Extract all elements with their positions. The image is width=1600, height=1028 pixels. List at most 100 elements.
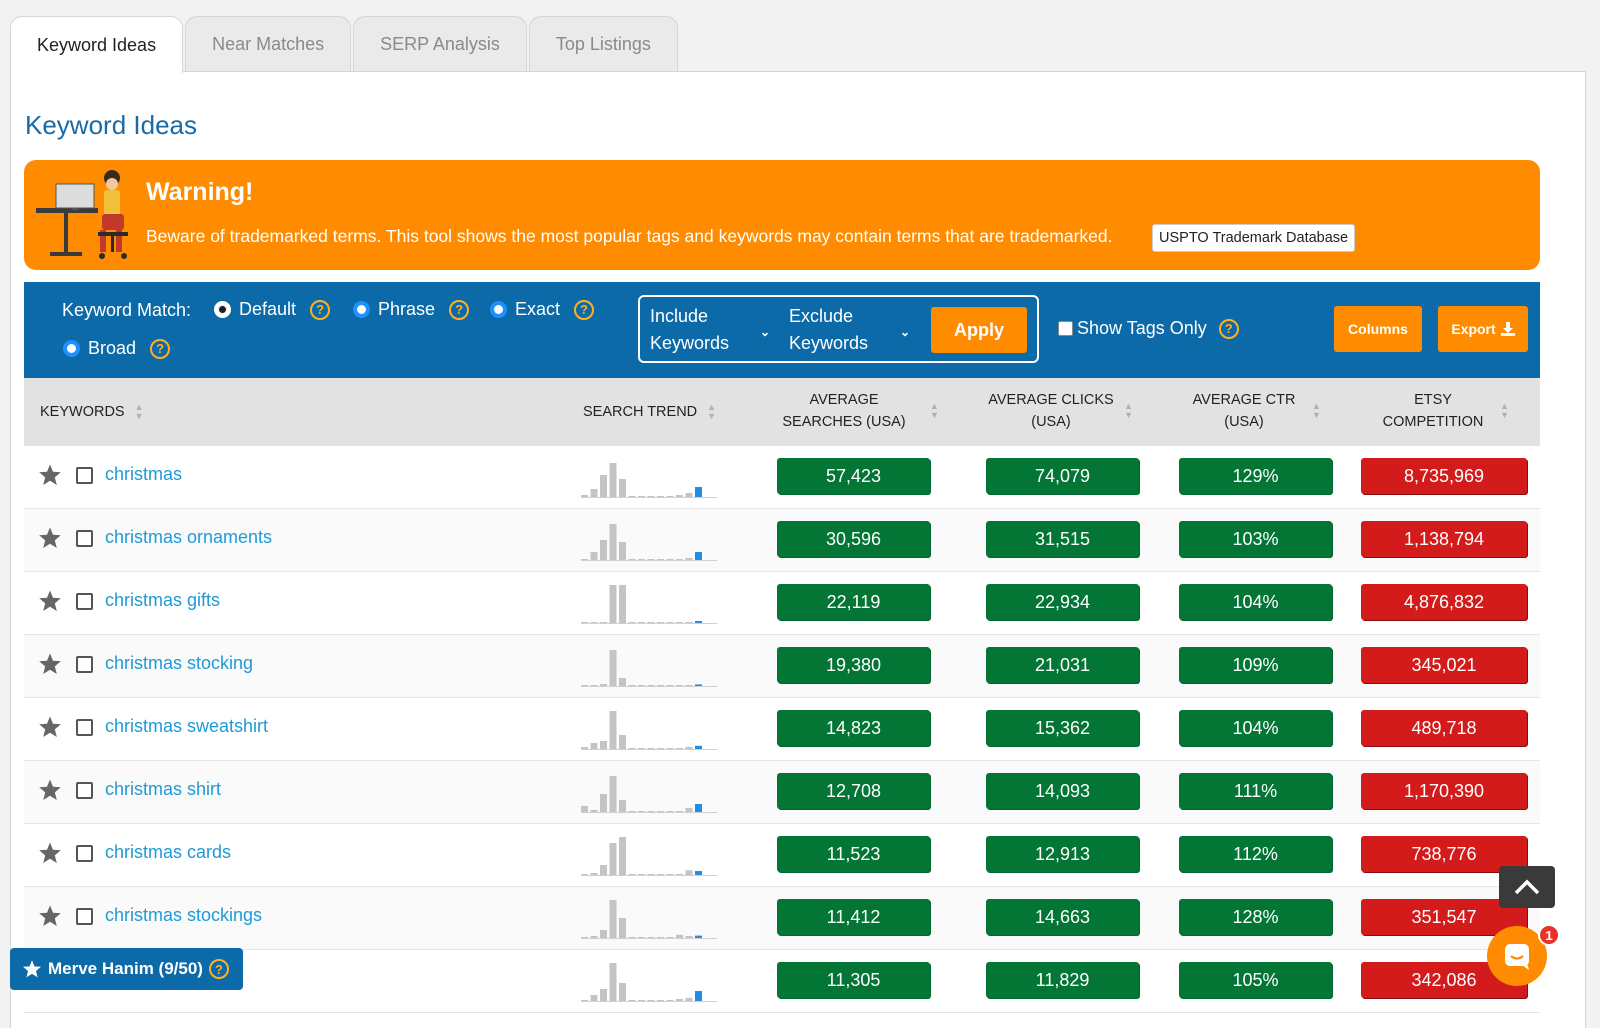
help-icon[interactable]: ? [574, 299, 595, 320]
keyword-link[interactable]: christmas shirt [105, 779, 221, 800]
radio-broad[interactable] [63, 340, 80, 357]
user-badge[interactable]: Merve Hanim (9/50) ? [10, 948, 243, 990]
trend-bar [657, 748, 664, 749]
exclude-keywords-dropdown[interactable]: Exclude Keywords ⌄ [789, 303, 921, 357]
trend-bar [600, 684, 607, 686]
trend-bar [628, 874, 636, 875]
header-etsy-competition[interactable]: ETSY COMPETITION ▲ ▼ [1376, 389, 1509, 433]
row-checkbox[interactable] [76, 782, 93, 799]
trend-bar [581, 874, 588, 875]
search-trend-sparkline [581, 776, 717, 813]
etsy-competition-value: 489,718 [1361, 710, 1527, 746]
help-icon[interactable]: ? [1218, 318, 1239, 339]
trend-bar [619, 918, 626, 938]
keyword-link[interactable]: christmas sweatshirt [105, 716, 268, 737]
table-row: christmas sweatshirt 14,823 15,362 104% … [24, 698, 1540, 761]
average-ctr-value: 109% [1179, 647, 1332, 683]
star-icon[interactable] [38, 652, 62, 676]
header-average-ctr[interactable]: AVERAGE CTR (USA) ▲ ▼ [1186, 389, 1321, 433]
trend-bar [657, 685, 664, 686]
trend-bar [657, 496, 664, 497]
row-checkbox[interactable] [76, 719, 93, 736]
star-icon [23, 960, 41, 978]
tab-serp-analysis[interactable]: SERP Analysis [353, 16, 527, 72]
match-default-option[interactable]: Default ? [214, 299, 331, 320]
main-panel: Keyword Ideas Warning! Beware of tradema… [10, 71, 1586, 1028]
apply-button[interactable]: Apply [931, 307, 1027, 353]
average-clicks-value: 15,362 [986, 710, 1139, 746]
header-search-trend[interactable]: SEARCH TREND ▲ ▼ [583, 401, 716, 423]
star-icon[interactable] [38, 463, 62, 487]
help-icon[interactable]: ? [449, 299, 470, 320]
keyword-link[interactable]: christmas gifts [105, 590, 220, 611]
keyword-link[interactable]: christmas ornaments [105, 527, 272, 548]
export-button[interactable]: Export [1438, 306, 1528, 352]
keyword-link[interactable]: christmas stockings [105, 905, 262, 926]
row-checkbox[interactable] [76, 656, 93, 673]
radio-phrase[interactable] [353, 301, 370, 318]
radio-default[interactable] [214, 301, 231, 318]
trend-bar [609, 900, 617, 938]
include-keywords-dropdown[interactable]: Include Keywords ⌄ [650, 303, 774, 357]
help-icon[interactable]: ? [208, 959, 229, 979]
star-icon[interactable] [38, 526, 62, 550]
star-icon[interactable] [38, 778, 62, 802]
trend-bar [628, 622, 636, 623]
trend-bar [638, 874, 645, 875]
star-icon[interactable] [38, 589, 62, 613]
warning-banner: Warning! Beware of trademarked terms. Th… [24, 160, 1540, 270]
trend-bar [600, 865, 607, 875]
trend-bar [676, 811, 683, 812]
keyword-link[interactable]: christmas [105, 464, 182, 485]
row-checkbox[interactable] [76, 467, 93, 484]
trend-bar [657, 937, 664, 938]
header-keywords[interactable]: KEYWORDS ▲ ▼ [40, 401, 144, 423]
star-icon[interactable] [38, 841, 62, 865]
row-checkbox[interactable] [76, 593, 93, 610]
warning-text: Beware of trademarked terms. This tool s… [146, 226, 1113, 246]
match-exact-option[interactable]: Exact ? [490, 299, 595, 320]
show-tags-only-toggle[interactable]: Show Tags Only ? [1058, 318, 1239, 339]
average-ctr-value: 128% [1179, 899, 1332, 935]
scroll-to-top-button[interactable] [1499, 866, 1555, 908]
trend-bar [609, 711, 617, 749]
average-ctr-value: 104% [1179, 710, 1332, 746]
row-checkbox[interactable] [76, 845, 93, 862]
row-checkbox[interactable] [76, 908, 93, 925]
tab-top-listings[interactable]: Top Listings [528, 16, 678, 72]
header-average-searches[interactable]: AVERAGE SEARCHES (USA) ▲ ▼ [768, 389, 939, 433]
radio-broad-label: Broad [88, 338, 137, 358]
columns-button[interactable]: Columns [1334, 306, 1422, 352]
trend-bar [695, 935, 702, 938]
tab-keyword-ideas[interactable]: Keyword Ideas [10, 16, 184, 73]
filter-bar: Keyword Match: Default ? Phrase ? Exact … [24, 282, 1540, 378]
trend-bar [619, 837, 626, 875]
keyword-link[interactable]: christmas stocking [105, 653, 253, 674]
match-broad-option[interactable]: Broad ? [63, 338, 171, 359]
average-ctr-value: 103% [1179, 521, 1332, 557]
trend-bar [695, 991, 702, 1001]
etsy-competition-value: 1,170,390 [1361, 773, 1527, 809]
average-ctr-value: 112% [1179, 836, 1332, 872]
header-label: KEYWORDS [40, 404, 125, 420]
radio-exact[interactable] [490, 301, 507, 318]
average-ctr-value: 105% [1179, 962, 1332, 998]
table-row: christmas ornaments 30,596 31,515 103% 1… [24, 509, 1540, 572]
show-tags-only-checkbox[interactable] [1058, 321, 1073, 336]
search-trend-sparkline [581, 900, 717, 939]
row-checkbox[interactable] [76, 530, 93, 547]
header-average-clicks[interactable]: AVERAGE CLICKS (USA) ▲ ▼ [988, 389, 1133, 433]
help-icon[interactable]: ? [150, 338, 171, 359]
trend-bar [581, 495, 588, 497]
keyword-link[interactable]: christmas cards [105, 842, 231, 863]
trend-bar [657, 559, 664, 560]
star-icon[interactable] [38, 715, 62, 739]
trend-bar [647, 496, 655, 497]
match-phrase-option[interactable]: Phrase ? [353, 299, 470, 320]
trend-bar [609, 963, 617, 1001]
star-icon[interactable] [38, 904, 62, 928]
help-icon[interactable]: ? [310, 299, 331, 320]
uspto-database-link[interactable]: USPTO Trademark Database [1152, 224, 1356, 252]
trend-bar [676, 934, 683, 938]
tab-near-matches[interactable]: Near Matches [185, 16, 352, 72]
